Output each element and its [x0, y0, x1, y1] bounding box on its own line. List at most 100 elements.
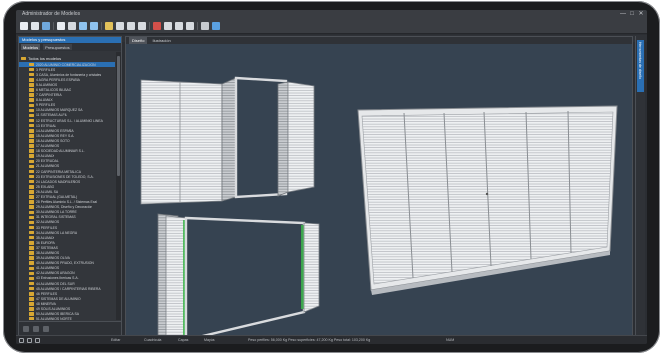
folder-icon	[29, 261, 34, 265]
toolbar-separator	[53, 22, 54, 30]
folder-icon	[29, 83, 34, 87]
folded-leaf	[277, 81, 289, 197]
tree-item[interactable]: 51 ALUMINIOS NORTE	[19, 317, 115, 320]
copy-icon[interactable]	[127, 22, 135, 30]
3d-canvas[interactable]	[126, 44, 632, 342]
panel-tabs: Modelos Presupuestos	[19, 43, 121, 51]
add-icon[interactable]	[23, 326, 29, 332]
tree-item-label: 20 EXTRUDAL	[36, 159, 59, 164]
status-capas[interactable]: Capas	[178, 338, 188, 342]
tab-herramientas[interactable]: Herramientas de diseño	[637, 40, 644, 92]
tree-scrollbar[interactable]	[116, 52, 121, 320]
folder-icon	[29, 169, 34, 174]
save-icon[interactable]	[42, 22, 50, 30]
side-leaf	[303, 222, 320, 313]
minimize-button[interactable]: —	[619, 11, 627, 17]
print-icon[interactable]	[68, 22, 76, 30]
tree-item-label: 8 ALUMAX	[36, 98, 53, 103]
folder-icon	[29, 220, 34, 225]
open-icon[interactable]	[31, 22, 39, 30]
tree-item-label: 19 ALUMAX	[36, 154, 55, 159]
main-toolbar	[16, 19, 647, 34]
status-mode: NUM	[446, 338, 455, 342]
close-button[interactable]: ✕	[637, 11, 645, 17]
folder-icon	[29, 134, 34, 138]
tree-item-label: 23 EXTRUSIONES DE TOLEDO, S.A.	[36, 174, 94, 179]
folder-icon	[29, 205, 34, 209]
redo-icon[interactable]	[90, 22, 98, 30]
model-open-frame-bottom[interactable]	[157, 213, 320, 342]
grid-icon[interactable]	[19, 338, 24, 343]
app-window: Administrador de Modelos — □ ✕ Modelos y…	[16, 10, 647, 344]
folder-icon	[29, 297, 34, 301]
delete-icon[interactable]	[153, 22, 161, 30]
scrollbar-thumb[interactable]	[117, 56, 120, 176]
tree-item-label: 24 LACADOS MADRILEÑOS	[36, 179, 81, 184]
tree-item-label: 42 ALUMINIOS ARAGON	[36, 271, 75, 276]
tree-item-label: 15 ALUMINIOS REY S.A.	[36, 133, 75, 138]
model-folding-shutter-top[interactable]	[140, 76, 315, 205]
tree-root[interactable]: Todos los modelos	[19, 55, 115, 62]
tree-item-label: 4 AGRA PERFILES ESPAÑA	[36, 77, 80, 82]
status-weights: Peso perfiles: 56,000 Kg Peso superficie…	[248, 338, 371, 342]
tree-item-label: 45 ALUMINIOS / CARPINTERIAS RIBERA	[36, 286, 101, 291]
tab-ilustracion[interactable]: Ilustración	[149, 37, 173, 44]
paste-icon[interactable]	[138, 22, 146, 30]
tree-item-label: 30 ALUMINIOS LA TORRE	[36, 210, 77, 215]
toolbar-separator	[197, 22, 198, 30]
remove-icon[interactable]	[33, 326, 39, 332]
status-cuadricula[interactable]: Cuadrícula	[144, 338, 161, 342]
info-icon[interactable]	[212, 22, 220, 30]
tree-item-label: 34 ALUMINIOS LA NEGRA	[36, 230, 78, 235]
folder-icon	[29, 190, 34, 194]
undo-icon[interactable]	[79, 22, 87, 30]
tree-root-label: Todos los modelos	[28, 56, 62, 61]
measure-icon[interactable]	[186, 22, 194, 30]
folder-icon	[29, 256, 34, 260]
layers-icon[interactable]	[27, 338, 32, 343]
folder-icon	[29, 88, 34, 92]
cut-icon[interactable]	[116, 22, 124, 30]
shape-icon[interactable]	[164, 22, 172, 30]
grid-icon[interactable]	[57, 22, 65, 30]
settings-icon[interactable]	[201, 22, 209, 30]
handle-icon	[485, 192, 489, 196]
refresh-icon[interactable]	[43, 326, 49, 332]
profile-icon[interactable]	[175, 22, 183, 30]
tab-modelos[interactable]: Modelos	[21, 44, 41, 50]
tree-item-label: 3 PERFILES	[36, 67, 56, 72]
tab-presupuestos[interactable]: Presupuestos	[43, 44, 72, 50]
folder-icon	[29, 225, 34, 230]
folder-icon	[29, 241, 34, 245]
toolbar-separator	[149, 22, 150, 30]
new-icon[interactable]	[20, 22, 28, 30]
tree-item-label: 36 EUROPA	[36, 240, 55, 245]
folder-icon	[29, 246, 34, 250]
tree-item-label: 50 ALUMINIOS IBERICA SA	[36, 312, 79, 317]
model-icon[interactable]	[105, 22, 113, 30]
tree-item-label: 44 ALUMINIOS DEL SUR	[36, 281, 75, 286]
status-editar[interactable]: Editar	[111, 338, 120, 342]
folder-icon	[29, 185, 34, 189]
folder-icon	[29, 164, 34, 169]
tab-diseno[interactable]: Diseño	[129, 37, 148, 44]
model-six-panel-shutter[interactable]	[357, 105, 618, 295]
tree-item-label: 16 ALUMINIOS SOTO	[36, 138, 70, 143]
models-panel: Modelos y presupuestos Modelos Presupues…	[18, 36, 122, 336]
tree-item-label: 47 SISTEMAS DE ALUMINIO	[36, 296, 81, 301]
folder-icon	[29, 149, 34, 153]
status-mayus: Mayús	[204, 338, 215, 342]
tree-item-label: 38 ALUMINIOS	[36, 251, 60, 256]
zoom-icon[interactable]	[35, 338, 40, 343]
folder-icon	[29, 62, 34, 67]
device-frame: Administrador de Modelos — □ ✕ Modelos y…	[3, 1, 660, 353]
shutter-panel	[140, 79, 223, 205]
tree-item-label: 31 INTEGRAL SISTEMAS	[36, 215, 76, 220]
tree-item-label: 33 PERFILES	[36, 225, 58, 230]
tree-item-label: 6 METALICOS BILBAO	[36, 88, 72, 93]
folder-icon	[29, 78, 34, 82]
tree-item-label: 22 CARPINTERIA METALICA	[36, 169, 81, 174]
folder-icon	[29, 215, 34, 220]
tree-item-label: 21 ALUMINIOS	[36, 164, 60, 169]
maximize-button[interactable]: □	[628, 11, 636, 17]
